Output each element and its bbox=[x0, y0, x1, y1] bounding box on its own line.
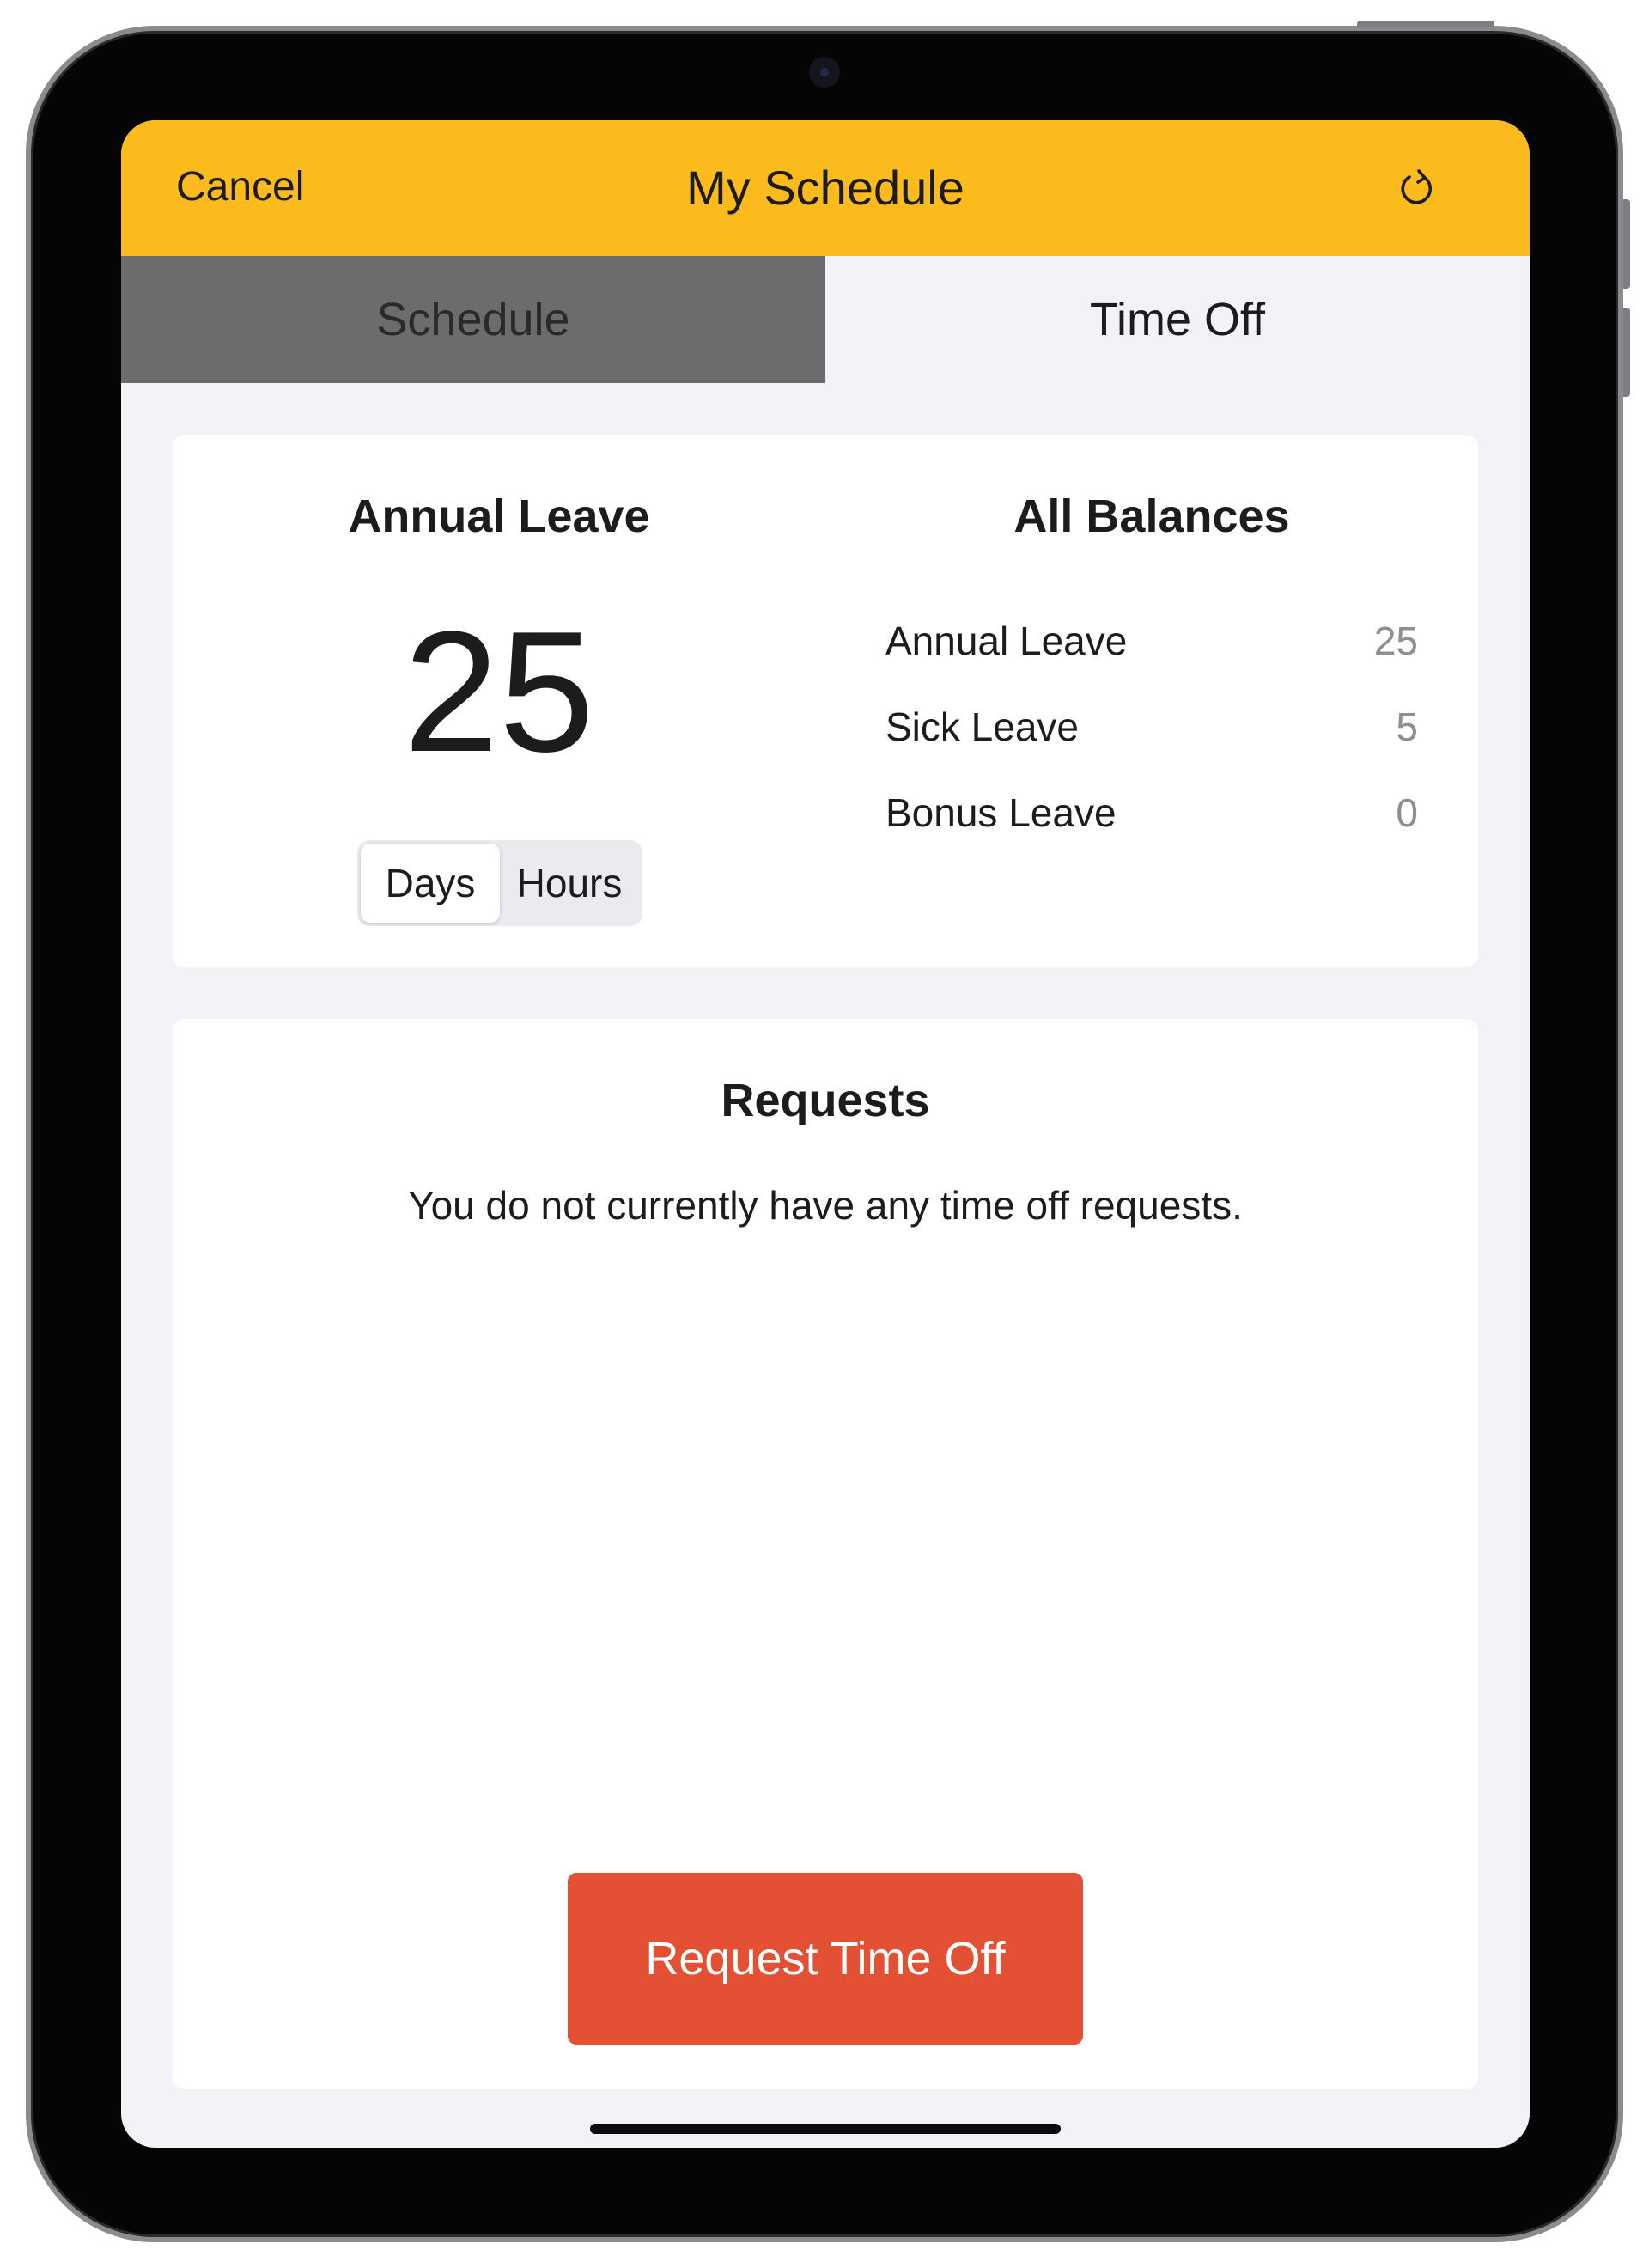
front-camera bbox=[809, 57, 840, 88]
balance-value: 0 bbox=[1396, 790, 1418, 835]
balance-row-annual-leave[interactable]: Annual Leave 25 bbox=[885, 598, 1418, 684]
tab-schedule[interactable]: Schedule bbox=[121, 256, 825, 383]
navigation-bar: Cancel My Schedule bbox=[121, 120, 1530, 256]
selected-balance-value: 25 bbox=[403, 596, 595, 788]
selected-balance-title: Annual Leave bbox=[348, 491, 650, 542]
balance-row-sick-leave[interactable]: Sick Leave 5 bbox=[885, 684, 1418, 770]
unit-hours-option[interactable]: Hours bbox=[500, 844, 639, 923]
top-button bbox=[1357, 21, 1494, 27]
request-time-off-button[interactable]: Request Time Off bbox=[568, 1873, 1083, 2045]
balance-row-bonus-leave[interactable]: Bonus Leave 0 bbox=[885, 770, 1418, 856]
balance-name: Sick Leave bbox=[885, 704, 1080, 749]
tab-time-off[interactable]: Time Off bbox=[825, 256, 1530, 383]
cancel-button[interactable]: Cancel bbox=[176, 163, 304, 210]
volume-down-button bbox=[1623, 308, 1630, 397]
refresh-icon[interactable] bbox=[1392, 163, 1444, 215]
requests-empty-message: You do not currently have any time off r… bbox=[408, 1183, 1243, 1228]
balance-name: Annual Leave bbox=[885, 619, 1128, 663]
balance-value: 5 bbox=[1396, 704, 1418, 749]
app-screen: Cancel My Schedule Schedule Time Off Ann… bbox=[121, 120, 1530, 2148]
unit-toggle: Days Hours bbox=[357, 840, 642, 926]
balances-list: Annual Leave 25 Sick Leave 5 Bonus Leave… bbox=[885, 598, 1418, 856]
all-balances-title: All Balances bbox=[1013, 491, 1290, 542]
balance-card: Annual Leave 25 Days Hours All Balances … bbox=[173, 435, 1478, 967]
requests-title: Requests bbox=[721, 1075, 930, 1126]
view-segmented-control: Schedule Time Off bbox=[121, 256, 1530, 383]
balance-name: Bonus Leave bbox=[885, 790, 1117, 835]
requests-card: Requests You do not currently have any t… bbox=[173, 1019, 1478, 2089]
balance-value: 25 bbox=[1373, 619, 1418, 663]
page-title: My Schedule bbox=[686, 161, 964, 215]
home-indicator[interactable] bbox=[590, 2124, 1061, 2134]
unit-days-option[interactable]: Days bbox=[361, 844, 500, 923]
volume-up-button bbox=[1623, 199, 1630, 289]
